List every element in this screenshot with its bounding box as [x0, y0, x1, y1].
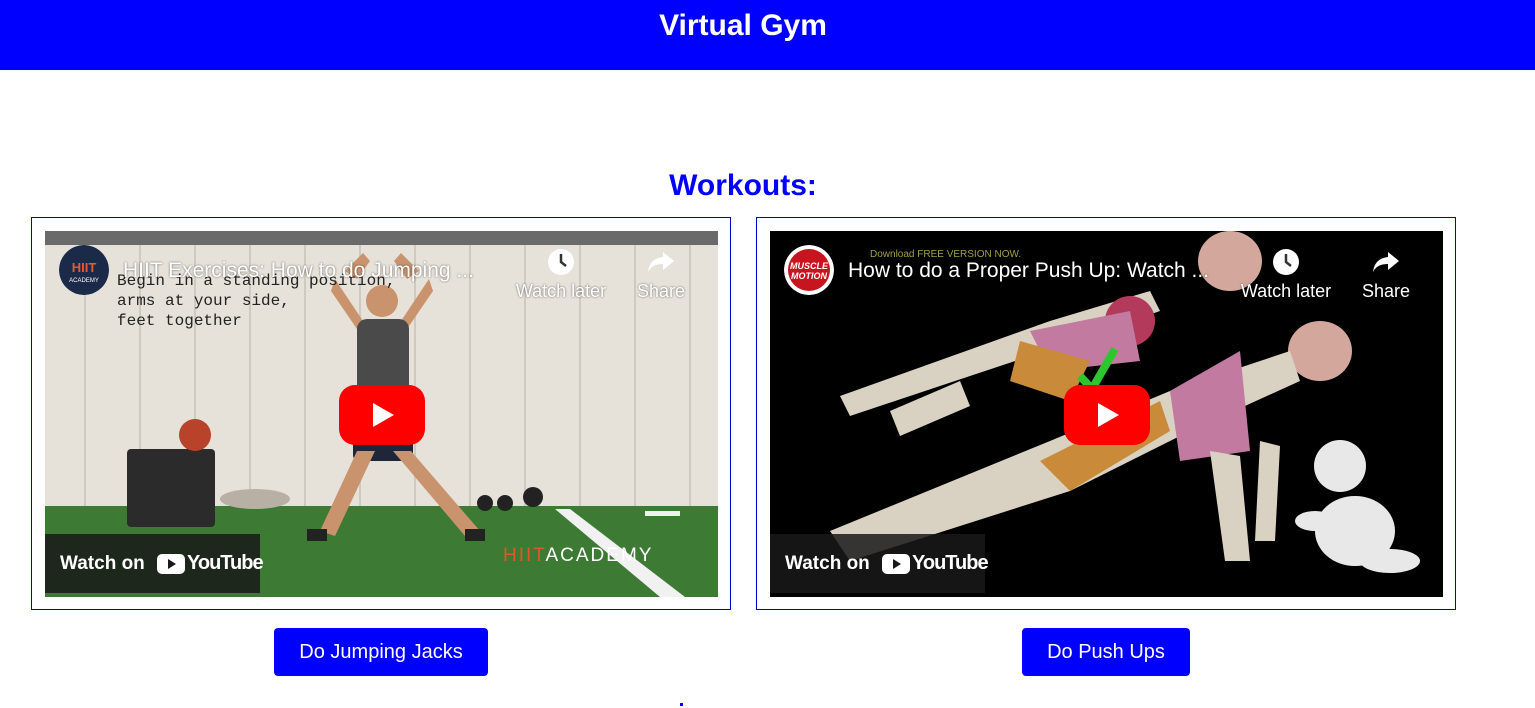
page-divider-dot	[680, 703, 683, 706]
play-button[interactable]	[1064, 385, 1150, 445]
svg-text:MOTION: MOTION	[791, 271, 827, 281]
youtube-logo-icon	[157, 554, 185, 574]
video-title[interactable]: HIIT Exercises: How to do Jumping ...	[123, 258, 503, 284]
svg-text:ACADEMY: ACADEMY	[69, 278, 99, 284]
play-button[interactable]	[339, 385, 425, 445]
workout-card-jumping-jacks: Begin in a standing position, arms at yo…	[31, 217, 731, 610]
channel-watermark: HIITACADEMY	[503, 545, 654, 566]
site-header: Virtual Gym	[0, 0, 1535, 70]
watch-on-youtube-link[interactable]: Watch on YouTube	[45, 534, 264, 593]
channel-avatar[interactable]: MUSCLE MOTION	[784, 245, 834, 295]
do-jumping-jacks-button[interactable]: Do Jumping Jacks	[274, 628, 488, 676]
do-push-ups-button[interactable]: Do Push Ups	[1022, 628, 1190, 676]
share-button[interactable]: Share	[1336, 247, 1436, 302]
overlay-line: feet together	[117, 312, 242, 330]
share-arrow-icon	[611, 247, 711, 277]
play-icon	[1064, 385, 1150, 445]
video-embed-jumping-jacks[interactable]: Begin in a standing position, arms at yo…	[45, 231, 718, 597]
overlay-line: arms at your side,	[117, 292, 290, 310]
youtube-logo-icon	[882, 554, 910, 574]
clock-icon	[1236, 247, 1336, 277]
workouts-heading: Workouts:	[669, 169, 817, 202]
site-title: Virtual Gym	[659, 9, 827, 42]
watch-later-button[interactable]: Watch later	[511, 247, 611, 302]
share-arrow-icon	[1336, 247, 1436, 277]
workout-card-push-ups: Download FREE VERSION NOW. MUSCLE MOTION…	[756, 217, 1456, 610]
watch-later-button[interactable]: Watch later	[1236, 247, 1336, 302]
play-icon	[339, 385, 425, 445]
svg-text:HIIT: HIIT	[72, 260, 97, 275]
clock-icon	[511, 247, 611, 277]
share-button[interactable]: Share	[611, 247, 711, 302]
video-title[interactable]: How to do a Proper Push Up: Watch ...	[848, 258, 1228, 284]
channel-avatar[interactable]: HIIT ACADEMY	[59, 245, 109, 295]
watch-on-youtube-link[interactable]: Watch on YouTube	[770, 534, 989, 593]
video-embed-push-ups[interactable]: Download FREE VERSION NOW. MUSCLE MOTION…	[770, 231, 1443, 597]
svg-text:MUSCLE: MUSCLE	[790, 261, 829, 271]
